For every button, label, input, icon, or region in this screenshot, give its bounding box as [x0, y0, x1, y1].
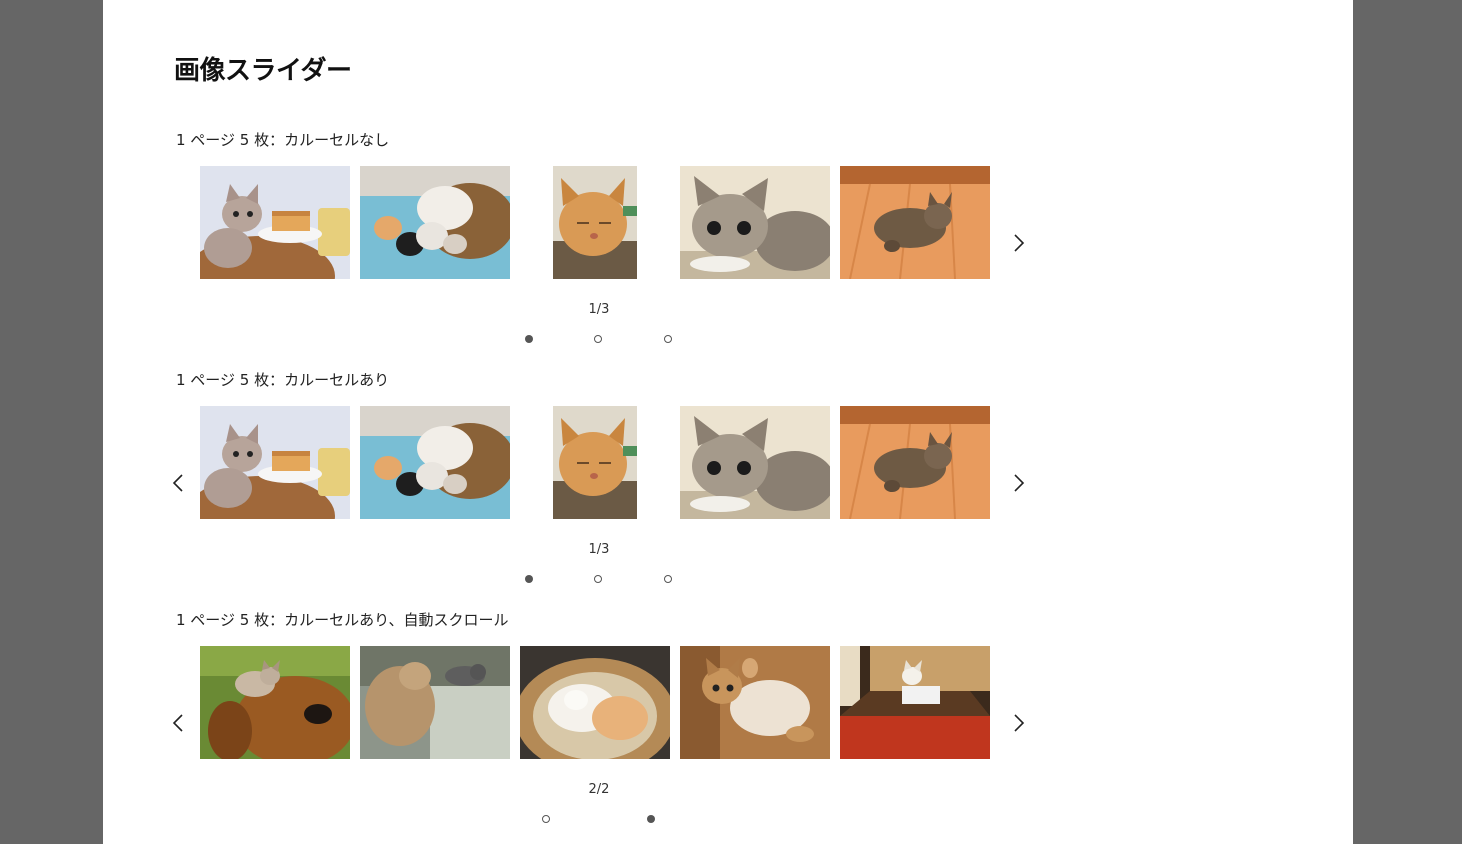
next-slide-button[interactable]: [1012, 712, 1026, 734]
slide-image[interactable]: [680, 646, 830, 759]
slide-image[interactable]: [553, 166, 637, 279]
page-dot[interactable]: [594, 335, 602, 343]
slide-image[interactable]: [840, 406, 990, 519]
page-dot[interactable]: [594, 575, 602, 583]
slide-image[interactable]: [360, 166, 510, 279]
slide-image[interactable]: [520, 646, 670, 759]
slider-section: 1 ページ 5 枚：カルーセルあり、自動スクロール 2/2: [103, 609, 1353, 839]
page-dot[interactable]: [664, 575, 672, 583]
slide-image[interactable]: [200, 406, 350, 519]
prev-slide-button[interactable]: [171, 712, 185, 734]
slider-section: 1 ページ 5 枚：カルーセルあり 1/3: [103, 369, 1353, 599]
slide-image[interactable]: [680, 166, 830, 279]
page-container: 画像スライダー 1 ページ 5 枚：カルーセルなし 1/3 1 ページ 5 枚：…: [103, 0, 1353, 844]
page-counter: 1/3: [588, 542, 610, 557]
chevron-left-icon: [172, 714, 183, 732]
slider-label: 1 ページ 5 枚：カルーセルなし: [176, 131, 390, 149]
slide-image[interactable]: [840, 166, 990, 279]
next-slide-button[interactable]: [1012, 232, 1026, 254]
slide-image[interactable]: [200, 166, 350, 279]
slider-label: 1 ページ 5 枚：カルーセルあり、自動スクロール: [176, 611, 509, 629]
page-title: 画像スライダー: [174, 56, 352, 86]
slider-label: 1 ページ 5 枚：カルーセルあり: [176, 371, 390, 389]
slide-image[interactable]: [200, 646, 350, 759]
slide-image[interactable]: [680, 406, 830, 519]
chevron-right-icon: [1014, 234, 1025, 252]
chevron-right-icon: [1014, 714, 1025, 732]
page-dot[interactable]: [647, 815, 655, 823]
slide-image[interactable]: [360, 646, 510, 759]
page-dot[interactable]: [542, 815, 550, 823]
page-counter: 1/3: [588, 302, 610, 317]
page-dot[interactable]: [525, 575, 533, 583]
next-slide-button[interactable]: [1012, 472, 1026, 494]
slide-image[interactable]: [360, 406, 510, 519]
page-dot[interactable]: [664, 335, 672, 343]
page-dot[interactable]: [525, 335, 533, 343]
slide-image[interactable]: [553, 406, 637, 519]
slider-section: 1 ページ 5 枚：カルーセルなし 1/3: [103, 129, 1353, 359]
prev-slide-button[interactable]: [171, 472, 185, 494]
page-counter: 2/2: [588, 782, 610, 797]
chevron-right-icon: [1014, 474, 1025, 492]
chevron-left-icon: [172, 474, 183, 492]
slide-image[interactable]: [840, 646, 990, 759]
